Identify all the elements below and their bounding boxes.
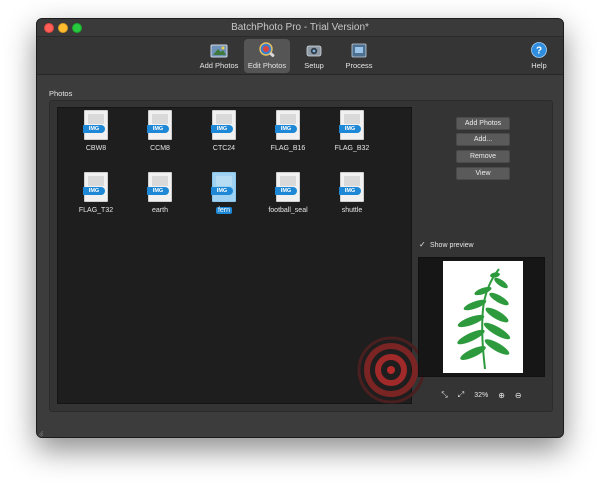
photo-name: FLAG_T32 <box>78 207 114 214</box>
process-toolbar-button[interactable]: Process <box>339 39 379 73</box>
photo-name: football_seal <box>268 207 308 214</box>
photo-item[interactable]: IMG earth <box>128 172 192 224</box>
image-thumbnail-placeholder <box>344 114 360 124</box>
image-file-icon: IMG <box>83 110 108 140</box>
app-window: BatchPhoto Pro - Trial Version* Add Phot… <box>36 18 564 438</box>
image-thumbnail-placeholder <box>280 114 296 124</box>
img-badge: IMG <box>339 125 361 133</box>
image-file-icon: IMG <box>275 172 300 202</box>
show-preview-checkbox[interactable]: ✓ <box>419 241 427 249</box>
img-badge: IMG <box>211 187 233 195</box>
image-file-icon: IMG <box>83 172 108 202</box>
remove-button[interactable]: Remove <box>456 150 510 163</box>
resize-grip-icon[interactable] <box>37 431 43 437</box>
process-toolbar-label: Process <box>345 61 373 70</box>
show-preview-toggle[interactable]: ✓ Show preview <box>419 241 474 249</box>
photo-name: FLAG_B16 <box>270 145 306 152</box>
process-icon <box>349 41 369 59</box>
img-badge: IMG <box>339 187 361 195</box>
image-file-icon: IMG <box>211 172 236 202</box>
zoom-out-icon[interactable]: ⊖ <box>515 391 522 400</box>
zoom-level: 32% <box>474 391 489 399</box>
photo-item[interactable]: IMG CCM8 <box>128 110 192 162</box>
preview-image <box>443 261 523 373</box>
photo-item[interactable]: IMG FLAG_T32 <box>64 172 128 224</box>
zoom-bar: ⤡ ⤢ 32% ⊕ ⊖ <box>418 389 545 401</box>
fern-image <box>457 268 511 370</box>
image-thumbnail-placeholder <box>280 176 296 186</box>
img-badge: IMG <box>275 187 297 195</box>
add-photos-button[interactable]: Add Photos <box>456 117 510 130</box>
photo-name: CTC24 <box>212 145 236 152</box>
add-photos-toolbar-button[interactable]: Add Photos <box>197 39 241 73</box>
toolbar: Add Photos Edit Photos Setup Process ? H… <box>37 37 563 75</box>
preview-panel <box>418 257 545 377</box>
img-badge: IMG <box>83 125 105 133</box>
img-badge: IMG <box>147 187 169 195</box>
photo-name: earth <box>152 207 168 214</box>
photos-section-label: Photos <box>49 89 73 98</box>
image-thumbnail-placeholder <box>152 176 168 186</box>
window-title: BatchPhoto Pro - Trial Version* <box>231 22 369 33</box>
fit-to-window-icon[interactable]: ⤡ <box>441 390 447 400</box>
setup-toolbar-label: Setup <box>304 61 324 70</box>
help-icon: ? <box>529 41 549 59</box>
photo-name: FLAG_B32 <box>334 145 370 152</box>
image-thumbnail-placeholder <box>344 176 360 186</box>
photo-item[interactable]: IMG football_seal <box>256 172 320 224</box>
photo-item[interactable]: IMG fern <box>192 172 256 224</box>
image-thumbnail-placeholder <box>216 176 232 186</box>
photo-item[interactable]: IMG shuttle <box>320 172 384 224</box>
img-badge: IMG <box>275 125 297 133</box>
add-photos-toolbar-label: Add Photos <box>199 61 239 70</box>
image-file-icon: IMG <box>275 110 300 140</box>
img-badge: IMG <box>211 125 233 133</box>
photo-item[interactable]: IMG FLAG_B16 <box>256 110 320 162</box>
edit-photos-icon <box>257 41 277 59</box>
photo-name: fern <box>215 207 233 214</box>
add-photos-icon <box>209 41 229 59</box>
actual-size-icon[interactable]: ⤢ <box>458 390 464 400</box>
image-thumbnail-placeholder <box>88 176 104 186</box>
show-preview-label: Show preview <box>430 241 474 249</box>
help-toolbar-label: Help <box>531 61 547 70</box>
photo-item[interactable]: IMG FLAG_B32 <box>320 110 384 162</box>
image-file-icon: IMG <box>339 172 364 202</box>
title-bar: BatchPhoto Pro - Trial Version* <box>37 19 563 37</box>
photo-item[interactable]: IMG CBW8 <box>64 110 128 162</box>
photo-name: shuttle <box>341 207 363 214</box>
image-file-icon: IMG <box>147 172 172 202</box>
setup-icon <box>304 41 324 59</box>
image-file-icon: IMG <box>147 110 172 140</box>
photo-name: CBW8 <box>85 145 107 152</box>
svg-text:?: ? <box>536 46 542 57</box>
edit-photos-toolbar-button[interactable]: Edit Photos <box>244 39 290 73</box>
image-thumbnail-placeholder <box>88 114 104 124</box>
edit-photos-toolbar-label: Edit Photos <box>247 61 287 70</box>
img-badge: IMG <box>147 125 169 133</box>
image-file-icon: IMG <box>211 110 236 140</box>
add-button[interactable]: Add... <box>456 133 510 146</box>
setup-toolbar-button[interactable]: Setup <box>297 39 331 73</box>
image-thumbnail-placeholder <box>152 114 168 124</box>
image-file-icon: IMG <box>339 110 364 140</box>
help-toolbar-button[interactable]: ? Help <box>527 39 551 73</box>
zoom-in-icon[interactable]: ⊕ <box>498 391 505 400</box>
photos-grid[interactable]: IMG CBW8 IMG CCM8 IMG CTC24 IMG FLAG_B16 IMG FLAG… <box>57 107 425 404</box>
photo-name: CCM8 <box>150 145 170 152</box>
image-thumbnail-placeholder <box>216 114 232 124</box>
photo-item[interactable]: IMG CTC24 <box>192 110 256 162</box>
view-button[interactable]: View <box>456 167 510 180</box>
img-badge: IMG <box>83 187 105 195</box>
